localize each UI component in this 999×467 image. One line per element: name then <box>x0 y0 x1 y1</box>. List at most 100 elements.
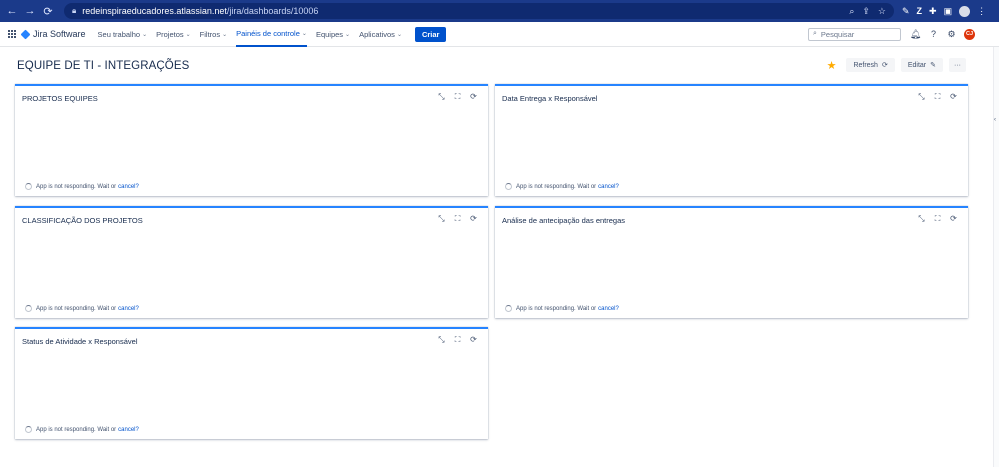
page-title: EQUIPE DE TI - INTEGRAÇÕES <box>17 60 190 72</box>
browser-menu-icon[interactable]: ⋮ <box>977 6 986 17</box>
header-right-tools: ⌕ Pesquisar 🔔︎ ? ⚙ CJ <box>808 27 999 41</box>
refresh-icon[interactable]: ⟳ <box>469 214 478 223</box>
cancel-link[interactable]: cancel? <box>598 184 619 190</box>
status-message: App is not responding. Wait or <box>36 305 117 312</box>
extension-z-icon[interactable]: Z <box>917 6 923 16</box>
sidepanel-icon[interactable]: ▣ <box>944 6 953 17</box>
user-avatar[interactable]: CJ <box>964 28 975 40</box>
cancel-link[interactable]: cancel? <box>118 306 139 312</box>
gadget-title: Análise de antecipação das entregas <box>502 216 626 225</box>
nav-projetos[interactable]: Projetos ⌄ <box>156 22 191 47</box>
gadget-status: App is not responding. Wait or cancel? <box>25 305 139 312</box>
gadget-classificacao-projetos: CLASSIFICAÇÃO DOS PROJETOS ⤡ ⛶ ⟳ App is … <box>15 206 488 318</box>
dashboard-actions: ★ Refresh ⟳ Editar ✎ ··· <box>827 58 966 72</box>
gadget-title: CLASSIFICAÇÃO DOS PROJETOS <box>22 216 143 225</box>
bookmark-star-icon[interactable]: ☆ <box>878 6 886 17</box>
gadget-projetos-equipes: PROJETOS EQUIPES ⤡ ⛶ ⟳ App is not respon… <box>15 84 488 196</box>
url-path: /jira/dashboards/10006 <box>226 6 319 16</box>
chevron-down-icon: ⌄ <box>345 31 351 38</box>
nav-label: Painéis de controle <box>236 28 300 38</box>
expand-panel-icon[interactable]: ‹ <box>994 117 996 123</box>
gadget-title: Data Entrega x Responsável <box>502 94 598 103</box>
address-bar[interactable]: 🔒︎ redeinspiraeducadores.atlassian.net /… <box>64 3 894 19</box>
minimize-icon[interactable]: ⤡ <box>437 214 446 223</box>
extension-pen-icon[interactable]: ✎ <box>902 6 910 17</box>
gadget-tools: ⤡ ⛶ ⟳ <box>917 92 958 102</box>
cancel-link[interactable]: cancel? <box>118 184 139 190</box>
nav-aplicativos[interactable]: Aplicativos ⌄ <box>359 22 402 47</box>
forward-icon[interactable]: → <box>22 3 38 19</box>
nav-label: Seu trabalho <box>97 29 141 39</box>
search-icon: ⌕ <box>813 30 817 37</box>
maximize-icon[interactable]: ⛶ <box>453 335 462 344</box>
maximize-icon[interactable]: ⛶ <box>933 92 942 101</box>
refresh-icon[interactable]: ⟳ <box>469 92 478 101</box>
refresh-icon[interactable]: ⟳ <box>949 214 958 223</box>
settings-gear-icon[interactable]: ⚙ <box>946 29 957 40</box>
notifications-icon[interactable]: 🔔︎ <box>910 29 921 40</box>
loading-spinner-icon <box>505 183 512 190</box>
share-icon[interactable]: ⇪ <box>862 6 870 17</box>
refresh-icon[interactable]: ⟳ <box>469 335 478 344</box>
cancel-link[interactable]: cancel? <box>598 306 619 312</box>
gadget-status: App is not responding. Wait or cancel? <box>25 426 139 433</box>
edit-label: Editar <box>907 61 927 69</box>
search-placeholder: Pesquisar <box>820 29 855 39</box>
nav-label: Equipes <box>315 29 344 39</box>
chevron-down-icon: ⌄ <box>142 31 148 38</box>
app-switcher-icon[interactable] <box>8 30 16 38</box>
extensions-puzzle-icon[interactable]: ✚ <box>929 6 937 17</box>
minimize-icon[interactable]: ⤡ <box>437 335 446 344</box>
refresh-label: Refresh <box>853 61 878 69</box>
browser-nav: ← → ⟳ <box>4 3 58 19</box>
chevron-down-icon: ⌄ <box>301 30 307 37</box>
gadget-status: App is not responding. Wait or cancel? <box>505 183 619 190</box>
jira-diamond-icon <box>20 29 31 39</box>
minimize-icon[interactable]: ⤡ <box>917 214 926 223</box>
help-icon[interactable]: ? <box>928 29 939 40</box>
back-icon[interactable]: ← <box>4 3 20 19</box>
refresh-button[interactable]: Refresh ⟳ <box>846 58 895 72</box>
refresh-icon[interactable]: ⟳ <box>949 92 958 101</box>
nav-paineis-de-controle[interactable]: Painéis de controle ⌄ <box>236 22 307 47</box>
refresh-icon: ⟳ <box>881 62 888 69</box>
loading-spinner-icon <box>25 305 32 312</box>
gadget-data-entrega: Data Entrega x Responsável ⤡ ⛶ ⟳ App is … <box>495 84 968 196</box>
cancel-link[interactable]: cancel? <box>118 427 139 433</box>
chevron-down-icon: ⌄ <box>396 31 402 38</box>
maximize-icon[interactable]: ⛶ <box>453 214 462 223</box>
nav-filtros[interactable]: Filtros ⌄ <box>200 22 227 47</box>
extensions: ✎ Z ✚ ▣ ⋮ <box>902 5 986 17</box>
pencil-icon: ✎ <box>930 62 936 69</box>
minimize-icon[interactable]: ⤡ <box>917 92 926 101</box>
edit-button[interactable]: Editar ✎ <box>900 58 943 72</box>
gadget-title: PROJETOS EQUIPES <box>22 94 98 103</box>
chevron-down-icon: ⌄ <box>222 31 228 38</box>
reload-icon[interactable]: ⟳ <box>40 3 56 19</box>
search-input[interactable]: ⌕ Pesquisar <box>808 27 901 41</box>
gadget-title: Status de Atividade x Responsável <box>22 337 138 346</box>
nav-label: Aplicativos <box>359 29 395 39</box>
gadget-status: App is not responding. Wait or cancel? <box>25 183 139 190</box>
jira-logo[interactable]: Jira Software <box>20 29 86 39</box>
nav-equipes[interactable]: Equipes ⌄ <box>316 22 350 47</box>
loading-spinner-icon <box>505 305 512 312</box>
status-message: App is not responding. Wait or <box>516 305 597 312</box>
maximize-icon[interactable]: ⛶ <box>453 92 462 101</box>
maximize-icon[interactable]: ⛶ <box>933 214 942 223</box>
minimize-icon[interactable]: ⤡ <box>437 92 446 101</box>
status-message: App is not responding. Wait or <box>36 426 117 433</box>
gadget-tools: ⤡ ⛶ ⟳ <box>437 335 478 345</box>
right-side-panel: ‹ <box>993 47 999 467</box>
product-name: Jira Software <box>33 29 86 39</box>
zoom-icon[interactable]: ⌕ <box>849 6 854 17</box>
jira-top-nav: Jira Software Seu trabalho ⌄ Projetos ⌄ Fi… <box>0 22 999 47</box>
more-actions-button[interactable]: ··· <box>949 58 966 72</box>
create-button[interactable]: Criar <box>414 26 447 42</box>
browser-profile-avatar[interactable] <box>959 5 971 17</box>
favorite-star-icon[interactable]: ★ <box>827 59 837 72</box>
nav-label: Projetos <box>156 29 184 39</box>
nav-seu-trabalho[interactable]: Seu trabalho ⌄ <box>98 22 148 47</box>
gadget-status: App is not responding. Wait or cancel? <box>505 305 619 312</box>
gadget-tools: ⤡ ⛶ ⟳ <box>917 214 958 224</box>
